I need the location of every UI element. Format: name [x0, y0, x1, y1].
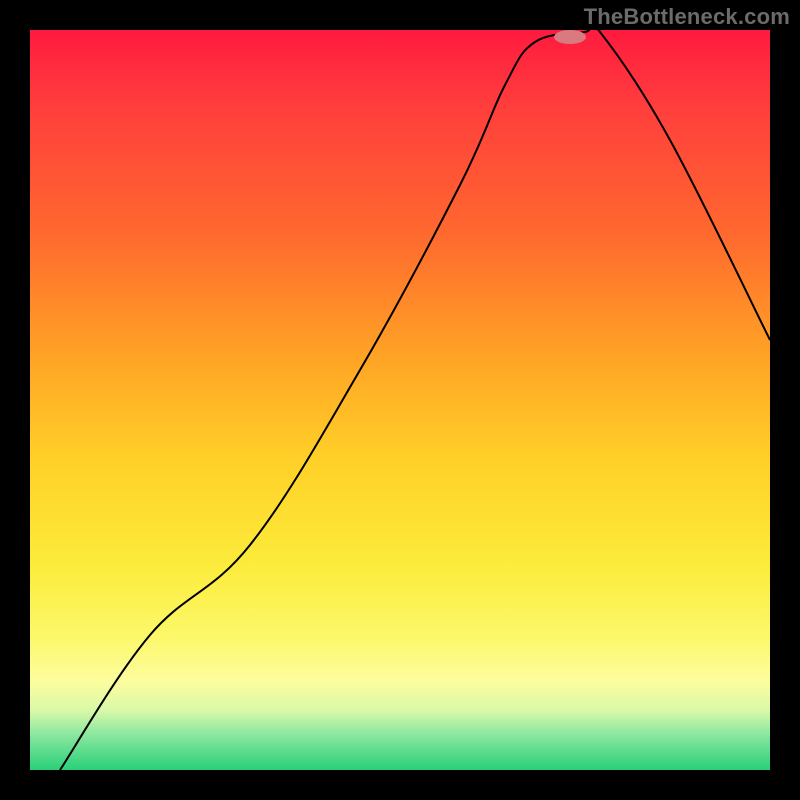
chart-frame: TheBottleneck.com [0, 0, 800, 800]
plot-area [30, 30, 770, 770]
bottleneck-curve [60, 30, 770, 770]
optimum-marker [554, 30, 586, 44]
attribution-text: TheBottleneck.com [584, 4, 790, 30]
chart-svg [30, 30, 770, 770]
